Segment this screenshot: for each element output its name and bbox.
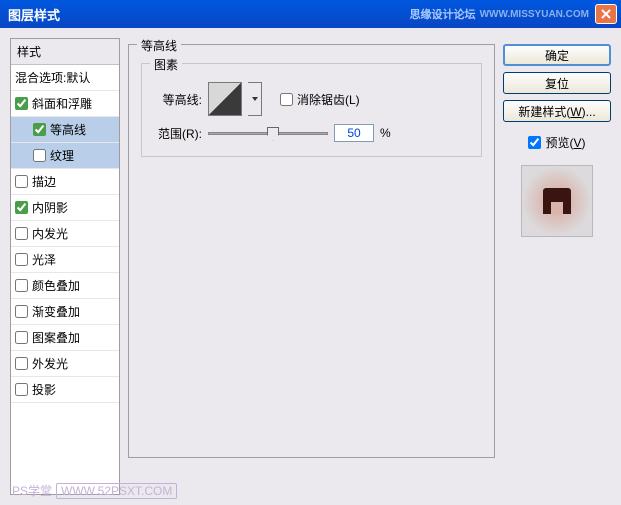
preview-thumbnail	[521, 165, 593, 237]
style-checkbox-3[interactable]	[33, 149, 46, 162]
content-panel: 等高线 图素 等高线: 消除锯齿(L) 范围(R):	[128, 38, 495, 495]
cancel-button[interactable]: 复位	[503, 72, 611, 94]
style-label-8: 颜色叠加	[32, 277, 80, 294]
style-label-11: 外发光	[32, 355, 68, 372]
titlebar: 图层样式 思缘设计论坛 WWW.MISSYUAN.COM	[0, 0, 621, 28]
style-label-4: 描边	[32, 173, 56, 190]
style-item-3[interactable]: 纹理	[11, 143, 119, 169]
style-checkbox-2[interactable]	[33, 123, 46, 136]
antialias-checkbox-label[interactable]: 消除锯齿(L)	[280, 91, 360, 108]
style-item-11[interactable]: 外发光	[11, 351, 119, 377]
ok-button[interactable]: 确定	[503, 44, 611, 66]
contour-label: 等高线:	[152, 91, 202, 108]
range-input[interactable]	[334, 124, 374, 142]
range-slider[interactable]	[208, 132, 328, 135]
style-label-3: 纹理	[50, 147, 74, 164]
style-label-10: 图案叠加	[32, 329, 80, 346]
style-item-9[interactable]: 渐变叠加	[11, 299, 119, 325]
style-item-0[interactable]: 混合选项:默认	[11, 65, 119, 91]
style-item-2[interactable]: 等高线	[11, 117, 119, 143]
range-row: 范围(R): %	[152, 124, 471, 142]
contour-row: 等高线: 消除锯齿(L)	[152, 82, 471, 116]
style-checkbox-8[interactable]	[15, 279, 28, 292]
style-item-7[interactable]: 光泽	[11, 247, 119, 273]
style-label-7: 光泽	[32, 251, 56, 268]
style-item-5[interactable]: 内阴影	[11, 195, 119, 221]
styles-header: 样式	[11, 39, 119, 65]
antialias-checkbox[interactable]	[280, 93, 293, 106]
close-icon	[600, 8, 612, 20]
new-style-button[interactable]: 新建样式(W)...	[503, 100, 611, 122]
style-label-2: 等高线	[50, 121, 86, 138]
style-label-5: 内阴影	[32, 199, 68, 216]
style-label-1: 斜面和浮雕	[32, 95, 92, 112]
style-item-12[interactable]: 投影	[11, 377, 119, 403]
dialog-body: 样式 混合选项:默认斜面和浮雕等高线纹理描边内阴影内发光光泽颜色叠加渐变叠加图案…	[0, 28, 621, 505]
contour-group: 等高线 图素 等高线: 消除锯齿(L) 范围(R):	[128, 44, 495, 458]
style-item-6[interactable]: 内发光	[11, 221, 119, 247]
style-checkbox-9[interactable]	[15, 305, 28, 318]
contour-picker[interactable]	[208, 82, 242, 116]
style-checkbox-1[interactable]	[15, 97, 28, 110]
style-item-1[interactable]: 斜面和浮雕	[11, 91, 119, 117]
range-label: 范围(R):	[152, 125, 202, 142]
style-checkbox-5[interactable]	[15, 201, 28, 214]
style-checkbox-4[interactable]	[15, 175, 28, 188]
contour-dropdown[interactable]	[248, 82, 262, 116]
style-checkbox-6[interactable]	[15, 227, 28, 240]
inner-label: 图素	[150, 56, 182, 73]
preview-checkbox[interactable]	[528, 136, 541, 149]
preview-checkbox-label[interactable]: 预览(V)	[503, 134, 611, 151]
style-label-9: 渐变叠加	[32, 303, 80, 320]
style-label-12: 投影	[32, 381, 56, 398]
style-checkbox-7[interactable]	[15, 253, 28, 266]
window-title: 图层样式	[8, 5, 410, 24]
style-checkbox-10[interactable]	[15, 331, 28, 344]
style-item-10[interactable]: 图案叠加	[11, 325, 119, 351]
close-button[interactable]	[595, 4, 617, 24]
styles-panel: 样式 混合选项:默认斜面和浮雕等高线纹理描边内阴影内发光光泽颜色叠加渐变叠加图案…	[10, 38, 120, 495]
preview-shape	[543, 188, 571, 214]
style-checkbox-11[interactable]	[15, 357, 28, 370]
watermark: PS学堂WWW.52PSXT.COM	[12, 482, 177, 499]
group-label: 等高线	[137, 37, 181, 54]
elements-group: 图素 等高线: 消除锯齿(L) 范围(R):	[141, 63, 482, 157]
antialias-text: 消除锯齿(L)	[297, 91, 360, 108]
range-unit: %	[380, 126, 391, 140]
style-item-4[interactable]: 描边	[11, 169, 119, 195]
chevron-down-icon	[251, 95, 259, 103]
style-checkbox-12[interactable]	[15, 383, 28, 396]
style-item-8[interactable]: 颜色叠加	[11, 273, 119, 299]
brand-url: WWW.MISSYUAN.COM	[480, 9, 589, 20]
brand-text: 思缘设计论坛	[410, 6, 476, 22]
right-panel: 确定 复位 新建样式(W)... 预览(V)	[503, 38, 611, 495]
style-label-6: 内发光	[32, 225, 68, 242]
style-label-0: 混合选项:默认	[15, 69, 90, 86]
slider-thumb[interactable]	[267, 127, 279, 141]
